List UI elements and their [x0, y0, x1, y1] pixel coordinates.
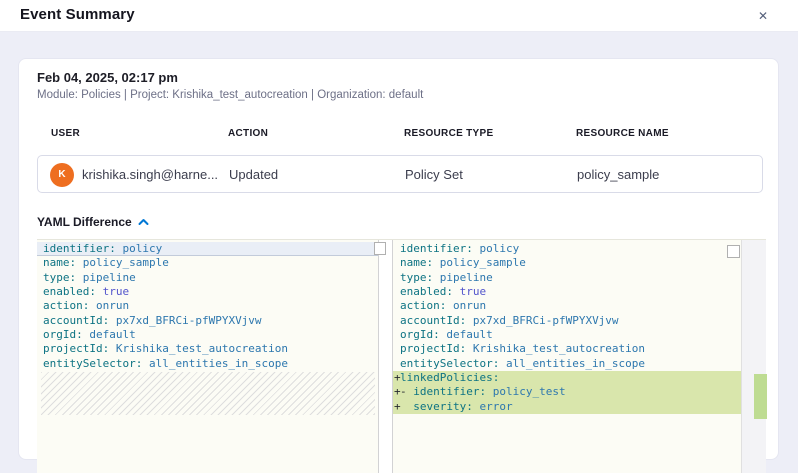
column-header-action: ACTION [228, 128, 268, 139]
close-icon[interactable]: ✕ [754, 7, 772, 25]
code-line: action: onrun [37, 299, 378, 313]
row-action: Updated [229, 167, 278, 182]
code-line: type: pipeline [37, 271, 378, 285]
scroll-corner-box [727, 245, 740, 258]
event-context: Module: Policies | Project: Krishika_tes… [37, 89, 423, 101]
modal-header: Event Summary ✕ [0, 0, 798, 32]
code-line: name: policy_sample [393, 256, 741, 270]
avatar: K [50, 163, 74, 187]
code-line: entitySelector: all_entities_in_scope [37, 357, 378, 371]
row-resource-name: policy_sample [577, 167, 659, 182]
overview-ruler-added-marker [754, 374, 767, 419]
yaml-difference-label: YAML Difference [37, 215, 132, 229]
code-line: orgId: default [37, 328, 378, 342]
code-line: identifier: policy [37, 242, 378, 256]
code-line: accountId: px7xd_BFRCi-pfWPYXVjvw [37, 314, 378, 328]
diff-add-sign: + [394, 400, 401, 414]
code-line: projectId: Krishika_test_autocreation [393, 342, 741, 356]
code-line: action: onrun [393, 299, 741, 313]
code-line: name: policy_sample [37, 256, 378, 270]
scroll-corner-box [374, 242, 386, 255]
column-header-user: USER [51, 128, 80, 139]
overview-ruler[interactable] [741, 240, 766, 473]
diff-gutter [379, 240, 393, 473]
diff-left-editor[interactable]: identifier: policyname: policy_sampletyp… [37, 240, 379, 473]
code-line: enabled: true [37, 285, 378, 299]
deleted-lines-hatch [41, 372, 375, 415]
row-user: krishika.singh@harne... [82, 167, 218, 182]
diff-added-line: +linkedPolicies: [393, 371, 741, 385]
diff-add-sign: + [394, 385, 401, 399]
diff-right-editor[interactable]: identifier: policyname: policy_sampletyp… [393, 240, 741, 473]
column-header-resource-name: RESOURCE NAME [576, 128, 669, 139]
diff-added-line: + severity: error [393, 400, 741, 414]
code-line: projectId: Krishika_test_autocreation [37, 342, 378, 356]
code-line: accountId: px7xd_BFRCi-pfWPYXVjvw [393, 314, 741, 328]
row-resource-type: Policy Set [405, 167, 463, 182]
code-line: identifier: policy [393, 242, 741, 256]
diff-add-sign: + [394, 371, 401, 385]
event-summary-card: Feb 04, 2025, 02:17 pm Module: Policies … [18, 58, 779, 460]
diff-added-line: +- identifier: policy_test [393, 385, 741, 399]
code-line: type: pipeline [393, 271, 741, 285]
event-timestamp: Feb 04, 2025, 02:17 pm [37, 70, 178, 85]
yaml-difference-header[interactable]: YAML Difference [37, 213, 149, 229]
table-row: K krishika.singh@harne... Updated Policy… [37, 155, 763, 193]
yaml-diff-viewer: identifier: policyname: policy_sampletyp… [37, 239, 766, 473]
column-header-resource-type: RESOURCE TYPE [404, 128, 493, 139]
code-line: entitySelector: all_entities_in_scope [393, 357, 741, 371]
code-line: orgId: default [393, 328, 741, 342]
code-line: enabled: true [393, 285, 741, 299]
chevron-up-icon[interactable] [138, 218, 149, 226]
page-title: Event Summary [20, 6, 135, 23]
